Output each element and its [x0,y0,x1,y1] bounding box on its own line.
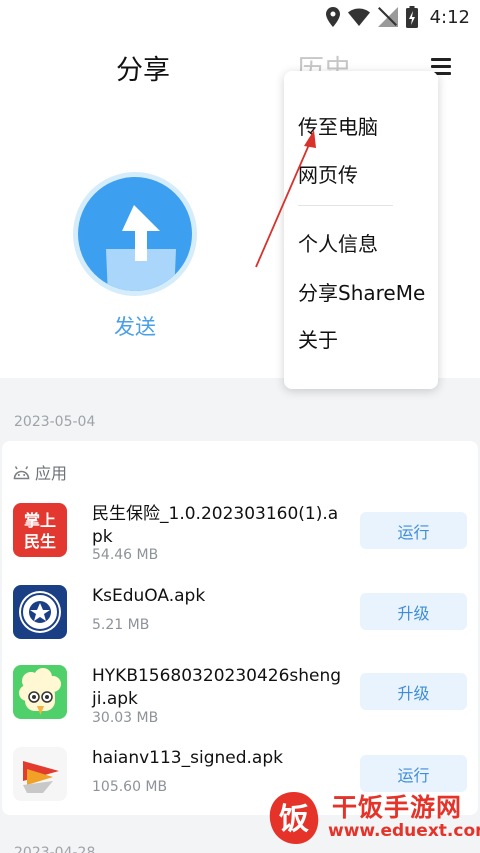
upgrade-button[interactable]: 升级 [360,673,467,710]
app-icon-ksedu [13,585,67,639]
location-icon [325,7,340,27]
android-icon [13,465,30,479]
app-name: haianv113_signed.apk [92,748,283,768]
battery-charging-icon [405,6,418,28]
send-button[interactable] [73,172,197,296]
watermark: 饭 干饭手游网 www.eduext.com [264,788,480,850]
upload-icon [78,177,192,291]
svg-text:饭: 饭 [279,802,309,837]
app-icon-haian [13,747,67,801]
category-label: 应用 [35,464,68,483]
run-button[interactable]: 运行 [360,512,467,549]
app-size: 54.46 MB [92,547,159,563]
app-size: 105.60 MB [92,779,168,795]
section-date: 2023-05-04 [14,414,96,430]
section-date: 2023-04-28 [14,845,96,853]
menu-item-share-shareme[interactable]: 分享ShareMe [298,277,425,306]
wifi-icon [347,8,370,26]
history-card: 应用 掌上 民生 民生保险_1.0.202303160(1).apk 54.46… [2,441,478,815]
upgrade-button[interactable]: 升级 [360,593,467,630]
app-size: 30.03 MB [92,710,159,726]
app-icon-hykb [13,665,67,719]
menu-item-send-to-pc[interactable]: 传至电脑 [298,111,378,140]
list-item: HYKB15680320230426shengji.apk 30.03 MB 升… [2,665,478,747]
menu-divider [298,205,393,206]
overflow-menu: 传至电脑 网页传 个人信息 分享ShareMe 关于 [284,71,438,389]
watermark-logo-icon: 饭 [269,792,319,844]
tab-share[interactable]: 分享 [116,48,170,87]
svg-text:民生: 民生 [24,532,56,551]
list-item: 掌上 民生 民生保险_1.0.202303160(1).apk 54.46 MB… [2,503,478,585]
list-item: KsEduOA.apk 5.21 MB 升级 [2,585,478,667]
app-name: HYKB15680320230426shengji.apk [92,666,342,709]
menu-item-web-transfer[interactable]: 网页传 [298,159,358,188]
watermark-title: 干饭手游网 [332,793,463,822]
status-bar: 4:12 [0,0,480,34]
svg-text:掌上: 掌上 [24,511,56,530]
menu-item-about[interactable]: 关于 [298,324,338,353]
app-name: 民生保险_1.0.202303160(1).apk [92,504,339,547]
signal-off-icon [377,7,398,27]
run-button[interactable]: 运行 [360,755,467,792]
status-time: 4:12 [429,6,470,28]
send-label[interactable]: 发送 [114,311,156,341]
watermark-url: www.eduext.com [328,821,480,841]
app-size: 5.21 MB [92,617,150,633]
menu-item-profile[interactable]: 个人信息 [298,228,378,257]
app-icon-minsheng: 掌上 民生 [13,503,67,557]
app-name: KsEduOA.apk [92,586,206,606]
